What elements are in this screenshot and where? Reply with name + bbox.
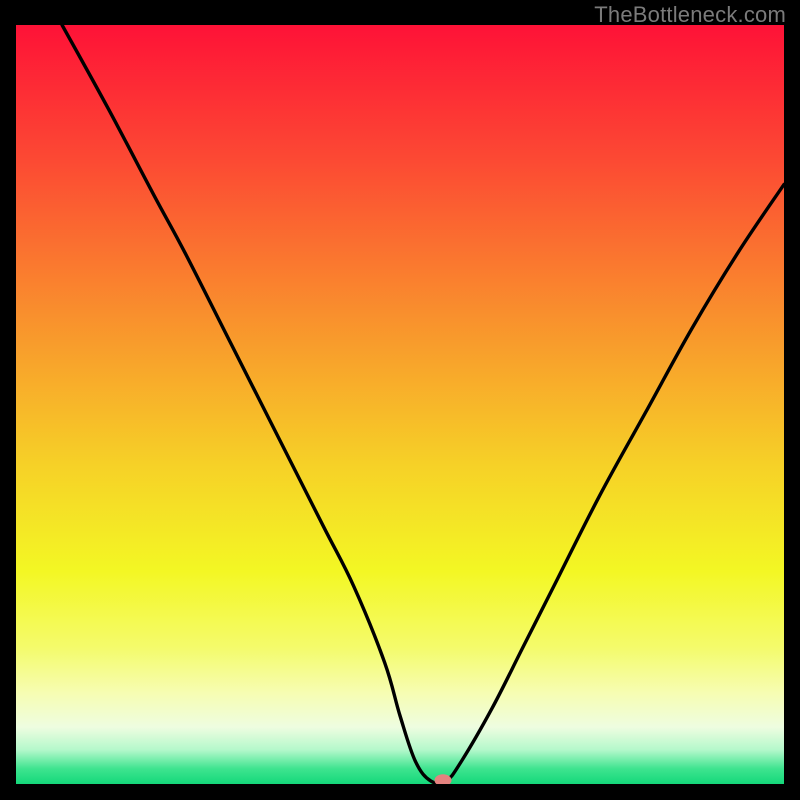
chart-frame: TheBottleneck.com [0, 0, 800, 800]
bottleneck-chart [16, 25, 784, 784]
plot-area [16, 25, 784, 784]
watermark-label: TheBottleneck.com [594, 2, 786, 28]
chart-background [16, 25, 784, 784]
